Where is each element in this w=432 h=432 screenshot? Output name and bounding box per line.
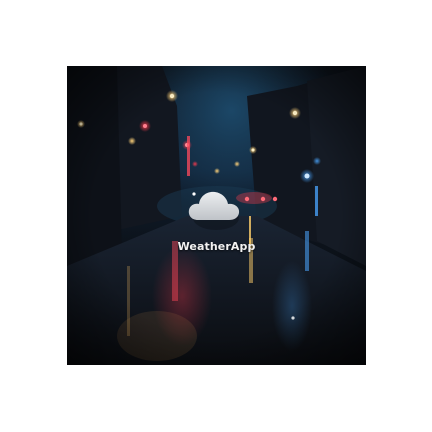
splash-image: WeatherApp: [67, 66, 366, 365]
app-name-label: WeatherApp: [177, 240, 256, 253]
rainy-street-background: [67, 66, 366, 365]
screen: WeatherApp: [0, 0, 432, 432]
